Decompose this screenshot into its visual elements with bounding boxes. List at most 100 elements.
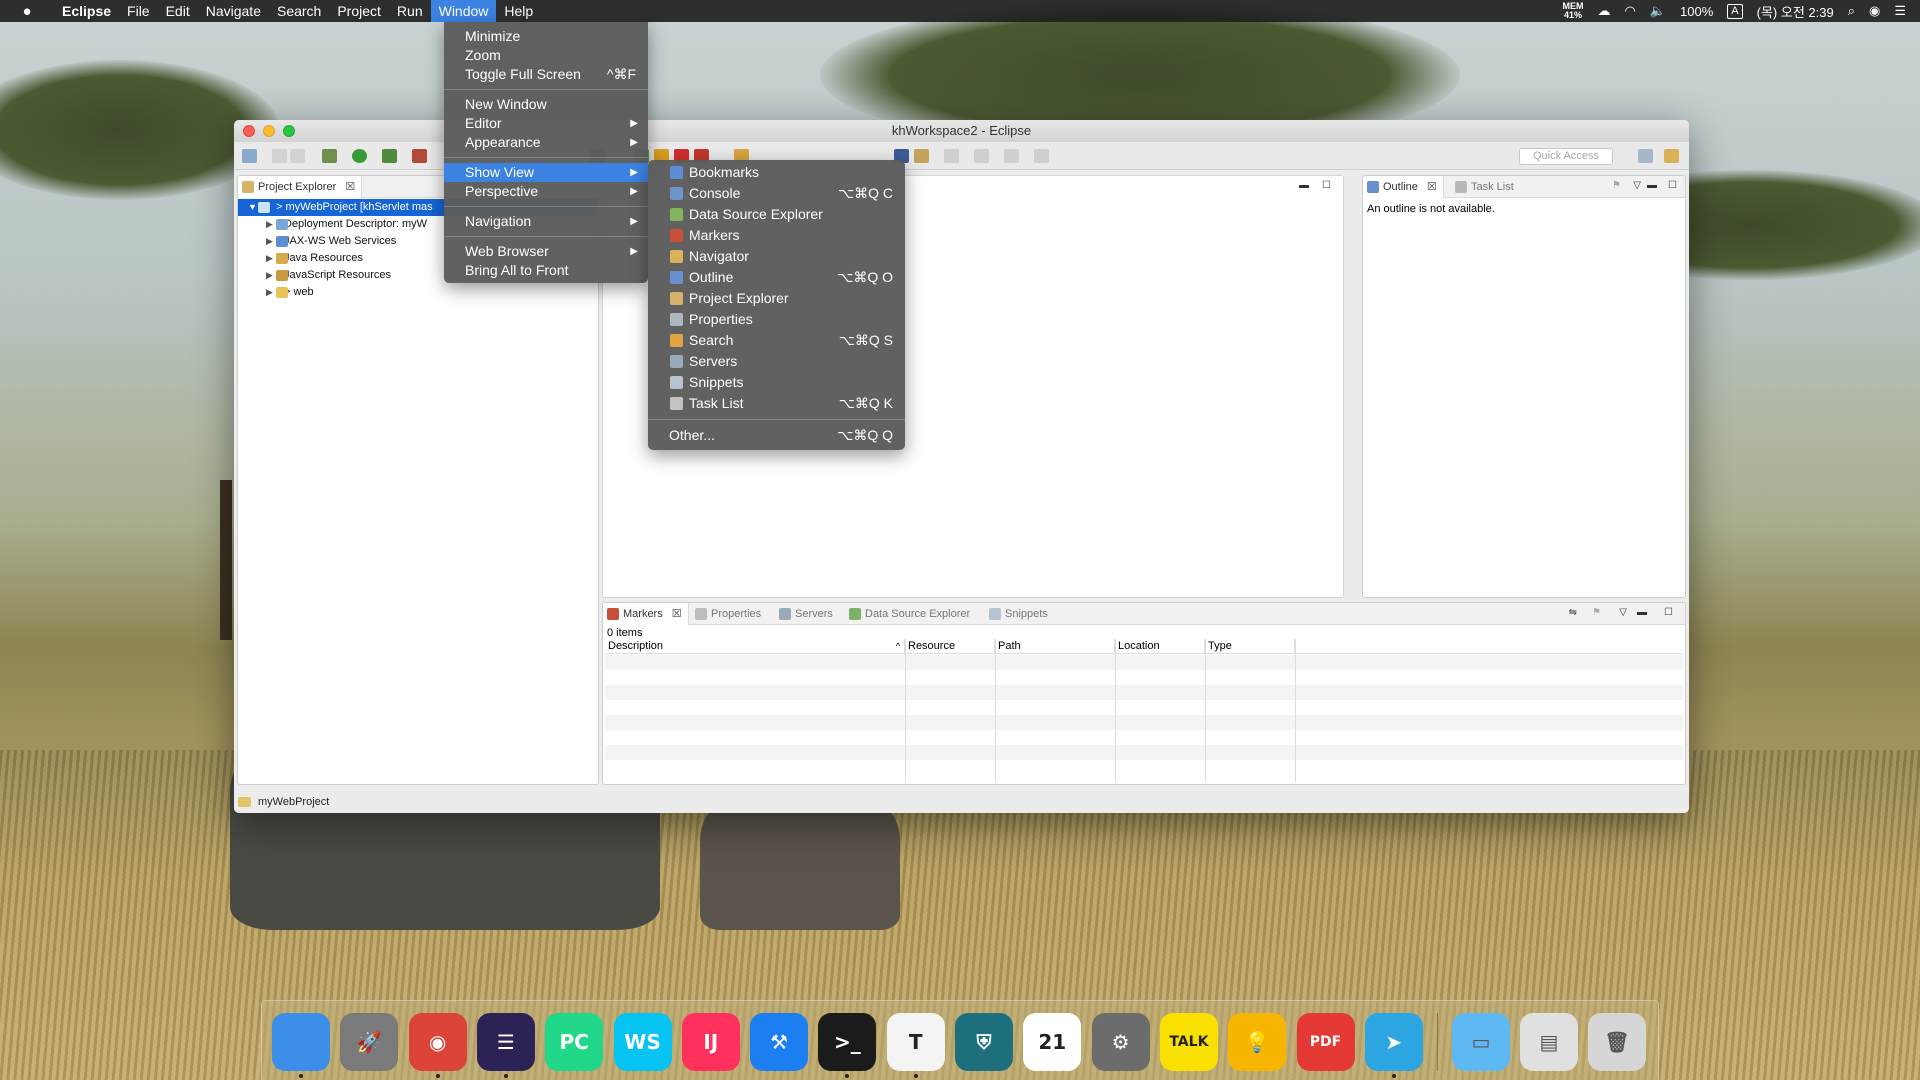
minimize-icon[interactable]: ▬ [1637,607,1647,618]
column-type[interactable]: Type [1205,639,1295,653]
dock-launchpad-icon[interactable]: 🚀 [340,1013,399,1071]
menu-app-eclipse[interactable]: Eclipse [54,0,119,22]
spotlight-search-icon[interactable]: ⌕ [1848,3,1855,19]
toggle-block-icon[interactable] [914,149,929,163]
column-resource[interactable]: Resource [905,639,995,653]
battery-percent[interactable]: 100% [1680,4,1713,19]
tab-outline[interactable]: Outline ☒ [1363,176,1444,198]
run-external-icon[interactable] [382,149,397,163]
menu-item-web-browser[interactable]: Web Browser ▶ [444,242,648,261]
save-all-icon[interactable] [290,149,305,163]
collapse-arrow-icon[interactable]: ▶ [266,233,273,250]
tab-data-source-explorer[interactable]: Data Source Explorer [845,603,976,625]
collapse-arrow-icon[interactable]: ▶ [266,216,273,233]
run-icon[interactable] [352,149,367,163]
dock-intellij-idea-icon[interactable]: IJ [681,1013,740,1071]
java-ee-perspective-icon[interactable] [1664,149,1679,163]
dock-typora-icon[interactable]: T [886,1013,945,1071]
dock-shield-icon[interactable]: ⛨ [955,1013,1013,1071]
focus-icon[interactable]: ⚑ [1592,607,1601,618]
menu-file[interactable]: File [119,0,158,22]
input-source-indicator[interactable]: A [1727,3,1743,19]
focus-icon[interactable]: ⚑ [1612,180,1621,191]
dock-calendar-icon[interactable]: 21 [1023,1013,1082,1071]
debug-icon[interactable] [322,149,337,163]
tree-item-web[interactable]: ▶ > web [238,284,598,301]
view-menu-icon[interactable]: ▽ [1619,607,1627,618]
dock-webstorm-icon[interactable]: WS [613,1013,672,1071]
menu-item-bring-all-to-front[interactable]: Bring All to Front [444,261,648,280]
dock-kakaotalk-icon[interactable]: TALK [1159,1013,1218,1071]
new-server-icon[interactable] [412,149,427,163]
forward-icon[interactable] [1034,149,1049,163]
quick-access-input[interactable]: Quick Access [1519,148,1613,165]
dock-finder-icon[interactable] [272,1013,330,1071]
menu-item-toggle-full-screen[interactable]: Toggle Full Screen ^⌘F [444,65,648,84]
view-item-project-explorer[interactable]: Project Explorer [648,288,905,309]
view-item-snippets[interactable]: Snippets [648,372,905,393]
maximize-icon[interactable]: ☐ [1668,180,1677,191]
view-item-console[interactable]: Console ⌥⌘Q C [648,183,905,204]
tab-task-list[interactable]: Task List [1451,176,1520,198]
dock-eclipse-icon[interactable]: ☰ [476,1013,535,1071]
close-icon[interactable]: ☒ [1427,181,1437,193]
menu-item-navigation[interactable]: Navigation ▶ [444,212,648,231]
menu-item-show-view[interactable]: Show View ▶ [444,163,648,182]
menu-edit[interactable]: Edit [158,0,198,22]
menu-item-editor[interactable]: Editor ▶ [444,114,648,133]
menu-help[interactable]: Help [496,0,541,22]
maximize-icon[interactable]: ☐ [1664,607,1673,618]
menu-run[interactable]: Run [389,0,431,22]
view-item-search[interactable]: Search ⌥⌘Q S [648,330,905,351]
cloud-icon[interactable]: ☁ [1598,3,1611,19]
column-location[interactable]: Location [1115,639,1205,653]
menu-item-perspective[interactable]: Perspective ▶ [444,182,648,201]
dock-pdf-expert-icon[interactable]: PDF [1296,1013,1355,1071]
close-window-button[interactable] [243,125,255,137]
view-item-data-source-explorer[interactable]: Data Source Explorer [648,204,905,225]
menu-item-new-window[interactable]: New Window [444,95,648,114]
column-description[interactable]: Description ^ [605,639,905,653]
prev-annotation-icon[interactable] [974,149,989,163]
collapse-arrow-icon[interactable]: ▶ [266,284,273,301]
tab-project-explorer[interactable]: Project Explorer ☒ [238,176,363,198]
tab-servers[interactable]: Servers [775,603,839,625]
expand-arrow-icon[interactable]: ▼ [248,199,257,216]
memory-indicator[interactable]: MEM 41% [1563,2,1584,20]
maximize-icon[interactable]: ☐ [1322,180,1331,191]
menu-search[interactable]: Search [269,0,329,22]
tab-snippets[interactable]: Snippets [985,603,1054,625]
notification-center-icon[interactable]: ☰ [1894,3,1906,19]
siri-icon[interactable]: ◉ [1869,3,1880,19]
view-item-navigator[interactable]: Navigator [648,246,905,267]
minimize-icon[interactable]: ▬ [1299,180,1309,191]
view-item-outline[interactable]: Outline ⌥⌘Q O [648,267,905,288]
apple-icon[interactable]: ● [0,3,54,20]
view-item-markers[interactable]: Markers [648,225,905,246]
view-item-properties[interactable]: Properties [648,309,905,330]
view-item-servers[interactable]: Servers [648,351,905,372]
new-icon[interactable] [242,149,257,163]
save-icon[interactable] [272,149,287,163]
view-item-other[interactable]: Other... ⌥⌘Q Q [648,425,905,446]
tab-properties[interactable]: Properties [691,603,767,625]
menu-navigate[interactable]: Navigate [198,0,269,22]
menu-window[interactable]: Window [430,0,497,22]
minimize-window-button[interactable] [263,125,275,137]
dock-system-preferences-icon[interactable]: ⚙ [1091,1013,1150,1071]
dock-pycharm-icon[interactable]: PC [545,1013,604,1071]
dock-downloads-icon[interactable]: ▤ [1520,1013,1578,1071]
menubar-clock[interactable]: (목) 오전 2:39 [1757,2,1834,21]
view-item-bookmarks[interactable]: Bookmarks [648,162,905,183]
filter-icon[interactable]: ⇋ [1569,607,1577,618]
dock-ideas-icon[interactable]: 💡 [1228,1013,1287,1071]
next-annotation-icon[interactable] [944,149,959,163]
back-icon[interactable] [1004,149,1019,163]
collapse-arrow-icon[interactable]: ▶ [266,250,273,267]
open-perspective-icon[interactable] [1638,149,1653,163]
view-item-task-list[interactable]: Task List ⌥⌘Q K [648,393,905,414]
menu-project[interactable]: Project [329,0,389,22]
dock-xcode-icon[interactable]: ⚒ [750,1013,809,1071]
menu-item-appearance[interactable]: Appearance ▶ [444,133,648,152]
collapse-arrow-icon[interactable]: ▶ [266,267,273,284]
